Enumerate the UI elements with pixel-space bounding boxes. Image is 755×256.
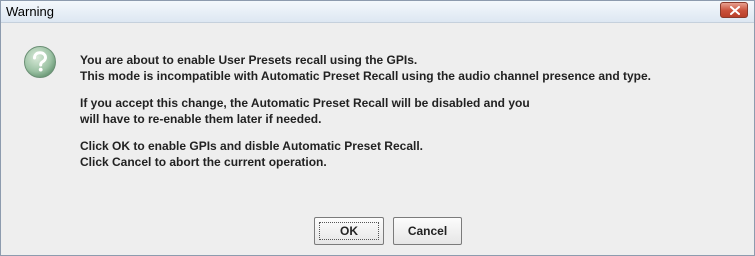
- dialog-title: Warning: [6, 4, 54, 19]
- message-line: Click OK to enable GPIs and disble Autom…: [80, 139, 423, 153]
- ok-button[interactable]: OK: [314, 217, 384, 245]
- message-line: will have to re-enable them later if nee…: [80, 112, 322, 126]
- message-line: You are about to enable User Presets rec…: [80, 53, 418, 67]
- message-line: This mode is incompatible with Automatic…: [80, 69, 652, 83]
- message-line: Click Cancel to abort the current operat…: [80, 155, 327, 169]
- dialog-content: You are about to enable User Presets rec…: [1, 23, 754, 255]
- close-button[interactable]: [720, 2, 748, 18]
- warning-dialog: Warning You are about to enable User Pre…: [0, 0, 755, 256]
- cancel-button[interactable]: Cancel: [393, 217, 462, 245]
- close-icon: [730, 6, 740, 15]
- title-bar[interactable]: Warning: [1, 1, 754, 23]
- message-line: If you accept this change, the Automatic…: [80, 96, 530, 110]
- warning-message: You are about to enable User Presets rec…: [80, 52, 651, 170]
- question-icon: [24, 46, 56, 78]
- focus-indicator: [319, 222, 379, 240]
